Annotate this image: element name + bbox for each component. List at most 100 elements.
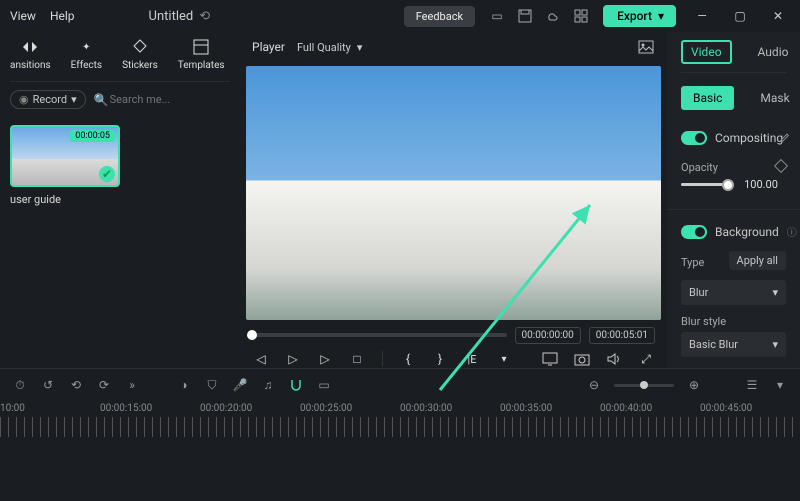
type-label: Type — [681, 256, 704, 269]
history-icon[interactable]: ⟲ — [199, 9, 210, 24]
frame-icon[interactable]: ▭ — [316, 377, 332, 393]
type-dropdown[interactable]: Blur ▾ — [681, 280, 786, 305]
level-label: Level of blur — [681, 367, 786, 368]
ruler-mark: 00:00:25:00 — [300, 403, 352, 414]
blur-style-value: Basic Blur — [689, 338, 738, 351]
background-label: Background — [715, 225, 779, 239]
play-next-icon[interactable]: ▷ — [316, 350, 334, 368]
timeline-ruler[interactable]: 10:00 00:00:15:00 00:00:20:00 00:00:25:0… — [0, 397, 800, 414]
image-icon[interactable] — [637, 38, 655, 56]
timer-icon[interactable]: ⏱ — [12, 377, 28, 393]
display-icon[interactable] — [541, 350, 559, 368]
tab-audio[interactable]: Audio — [750, 42, 797, 62]
window-close[interactable]: ✕ — [766, 4, 790, 28]
chevron-down-icon[interactable]: ▾ — [772, 377, 788, 393]
snapshot-icon[interactable] — [573, 350, 591, 368]
redo-right-icon[interactable]: ⟳ — [96, 377, 112, 393]
zoom-out-icon[interactable]: ⊖ — [586, 377, 602, 393]
undo-icon[interactable]: ↺ — [40, 377, 56, 393]
zoom-slider[interactable] — [614, 384, 674, 387]
timeline-toolbar: ⏱ ↺ ⟲ ⟳ » ◑ ⛉ 🎤 ♫ ▭ ⊖ ⊕ ☰ ▾ — [0, 373, 800, 397]
divider — [667, 209, 800, 210]
tool-label: ansitions — [10, 60, 51, 71]
chevron-down-icon: ▾ — [772, 338, 778, 351]
device-icon[interactable]: ▭ — [489, 8, 505, 24]
player-header: Player Full Quality ▾ — [246, 32, 661, 62]
templates-icon — [192, 38, 210, 56]
top-menu-bar: View Help Untitled ⟲ Feedback ▭ Export ▾… — [0, 0, 800, 32]
clip-duration-badge: 00:00:05 — [70, 130, 115, 142]
transport-controls: ◁ ▷ ▷ □ { } |E ▾ ⤢ — [246, 344, 661, 368]
ruler-mark: 00:00:20:00 — [200, 403, 252, 414]
ruler-mark: 00:00:35:00 — [500, 403, 552, 414]
menu-help[interactable]: Help — [50, 9, 75, 23]
grid-icon[interactable] — [573, 8, 589, 24]
mark-in-icon[interactable]: { — [399, 350, 417, 368]
search-icon: 🔍 — [94, 93, 109, 107]
ruler-mark: 00:00:45:00 — [700, 403, 752, 414]
stop-icon[interactable]: □ — [348, 350, 366, 368]
tool-transitions[interactable]: ansitions — [10, 38, 51, 71]
compositing-toggle[interactable] — [681, 131, 707, 145]
menu-view[interactable]: View — [10, 9, 36, 23]
record-label: Record — [33, 93, 67, 106]
apply-all-button[interactable]: Apply all — [729, 251, 786, 270]
media-toolbar: ◉ Record ▾ 🔍 ••• — [10, 82, 230, 117]
zoom-in-icon[interactable]: ⊕ — [686, 377, 702, 393]
tool-effects[interactable]: ✦ Effects — [71, 38, 102, 71]
chevron-down-icon: ▾ — [772, 286, 778, 299]
list-icon[interactable]: ☰ — [744, 377, 760, 393]
window-minimize[interactable]: — — [690, 4, 714, 28]
save-icon[interactable] — [517, 8, 533, 24]
opacity-slider[interactable] — [681, 183, 728, 186]
tab-video[interactable]: Video — [681, 40, 732, 64]
background-toggle[interactable] — [681, 225, 707, 239]
mic-icon[interactable]: 🎤 — [232, 377, 248, 393]
tool-stickers[interactable]: Stickers — [122, 38, 158, 71]
tool-label: Effects — [71, 60, 102, 71]
document-title: Untitled ⟲ — [149, 9, 211, 24]
cloud-icon[interactable] — [545, 8, 561, 24]
window-maximize[interactable]: ▢ — [728, 4, 752, 28]
keyframe-icon[interactable] — [774, 158, 788, 172]
chevron-down-icon[interactable]: ▾ — [495, 350, 513, 368]
progress-knob[interactable] — [247, 330, 257, 340]
player-label: Player — [252, 40, 285, 54]
text-icon[interactable]: |E — [463, 350, 481, 368]
music-icon[interactable]: ♫ — [260, 377, 276, 393]
progress-slider[interactable] — [252, 333, 507, 337]
ruler-mark: 00:00:30:00 — [400, 403, 452, 414]
time-total: 00:00:05:01 — [589, 327, 655, 344]
property-tabs: Video Audio Color S › — [681, 32, 786, 73]
chevron-down-icon: ▾ — [71, 93, 77, 106]
record-button[interactable]: ◉ Record ▾ — [10, 90, 86, 109]
quality-value: Full Quality — [297, 41, 351, 54]
subtab-basic[interactable]: Basic — [681, 86, 734, 110]
slider-knob[interactable] — [722, 179, 734, 191]
tool-category-row: ansitions ✦ Effects Stickers Templates — [10, 32, 230, 82]
overflow-icon[interactable]: » — [124, 377, 140, 393]
step-back-icon[interactable]: ◁ — [252, 350, 270, 368]
redo-left-icon[interactable]: ⟲ — [68, 377, 84, 393]
magnet-icon[interactable] — [288, 377, 304, 393]
quality-dropdown[interactable]: Full Quality ▾ — [297, 41, 362, 54]
export-label: Export — [617, 9, 652, 23]
tool-label: Templates — [178, 60, 225, 71]
search-input[interactable] — [94, 91, 250, 108]
tool-templates[interactable]: Templates — [178, 38, 225, 71]
opacity-value[interactable]: 100.00 — [736, 178, 786, 191]
play-icon[interactable]: ▷ — [284, 350, 302, 368]
help-icon[interactable]: ⓘ — [787, 224, 797, 239]
export-button[interactable]: Export ▾ — [603, 5, 676, 27]
media-clip[interactable]: 00:00:05 ✔ user guide — [10, 125, 120, 206]
subtab-mask[interactable]: Mask — [750, 88, 799, 108]
volume-icon[interactable] — [605, 350, 623, 368]
fullscreen-icon[interactable]: ⤢ — [637, 350, 655, 368]
marker-icon[interactable]: ◑ — [176, 377, 192, 393]
blur-style-dropdown[interactable]: Basic Blur ▾ — [681, 332, 786, 357]
ruler-ticks — [0, 417, 800, 437]
shield-icon[interactable]: ⛉ — [204, 377, 220, 393]
video-preview[interactable] — [246, 66, 661, 320]
feedback-button[interactable]: Feedback — [404, 6, 475, 27]
mark-out-icon[interactable]: } — [431, 350, 449, 368]
